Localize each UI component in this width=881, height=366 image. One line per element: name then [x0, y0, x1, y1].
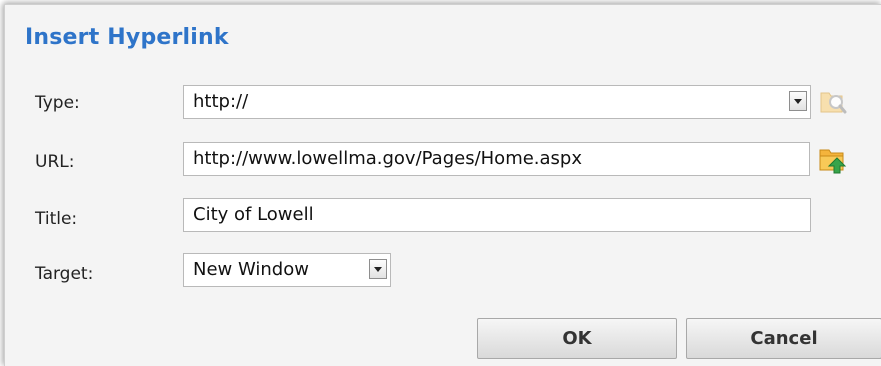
url-label: URL: [35, 152, 75, 172]
url-input[interactable]: http://www.lowellma.gov/Pages/Home.aspx [183, 142, 810, 176]
target-dropdown-arrow-icon[interactable] [369, 259, 387, 279]
browse-icon[interactable] [818, 84, 848, 118]
target-label: Target: [35, 264, 94, 284]
target-select[interactable]: New Window [183, 253, 391, 287]
ok-button[interactable]: OK [477, 318, 677, 359]
folder-upload-icon[interactable] [818, 142, 848, 176]
type-dropdown-arrow-icon[interactable] [789, 91, 807, 111]
title-label: Title: [35, 209, 78, 229]
target-select-value: New Window [193, 259, 309, 280]
insert-hyperlink-dialog: Insert Hyperlink Type: http:// URL: http… [4, 4, 881, 366]
type-select-value: http:// [193, 91, 249, 112]
cancel-button[interactable]: Cancel [686, 318, 881, 359]
type-select[interactable]: http:// [183, 85, 811, 119]
type-label: Type: [35, 93, 80, 113]
title-input[interactable]: City of Lowell [183, 198, 811, 232]
dialog-title: Insert Hyperlink [25, 25, 229, 50]
